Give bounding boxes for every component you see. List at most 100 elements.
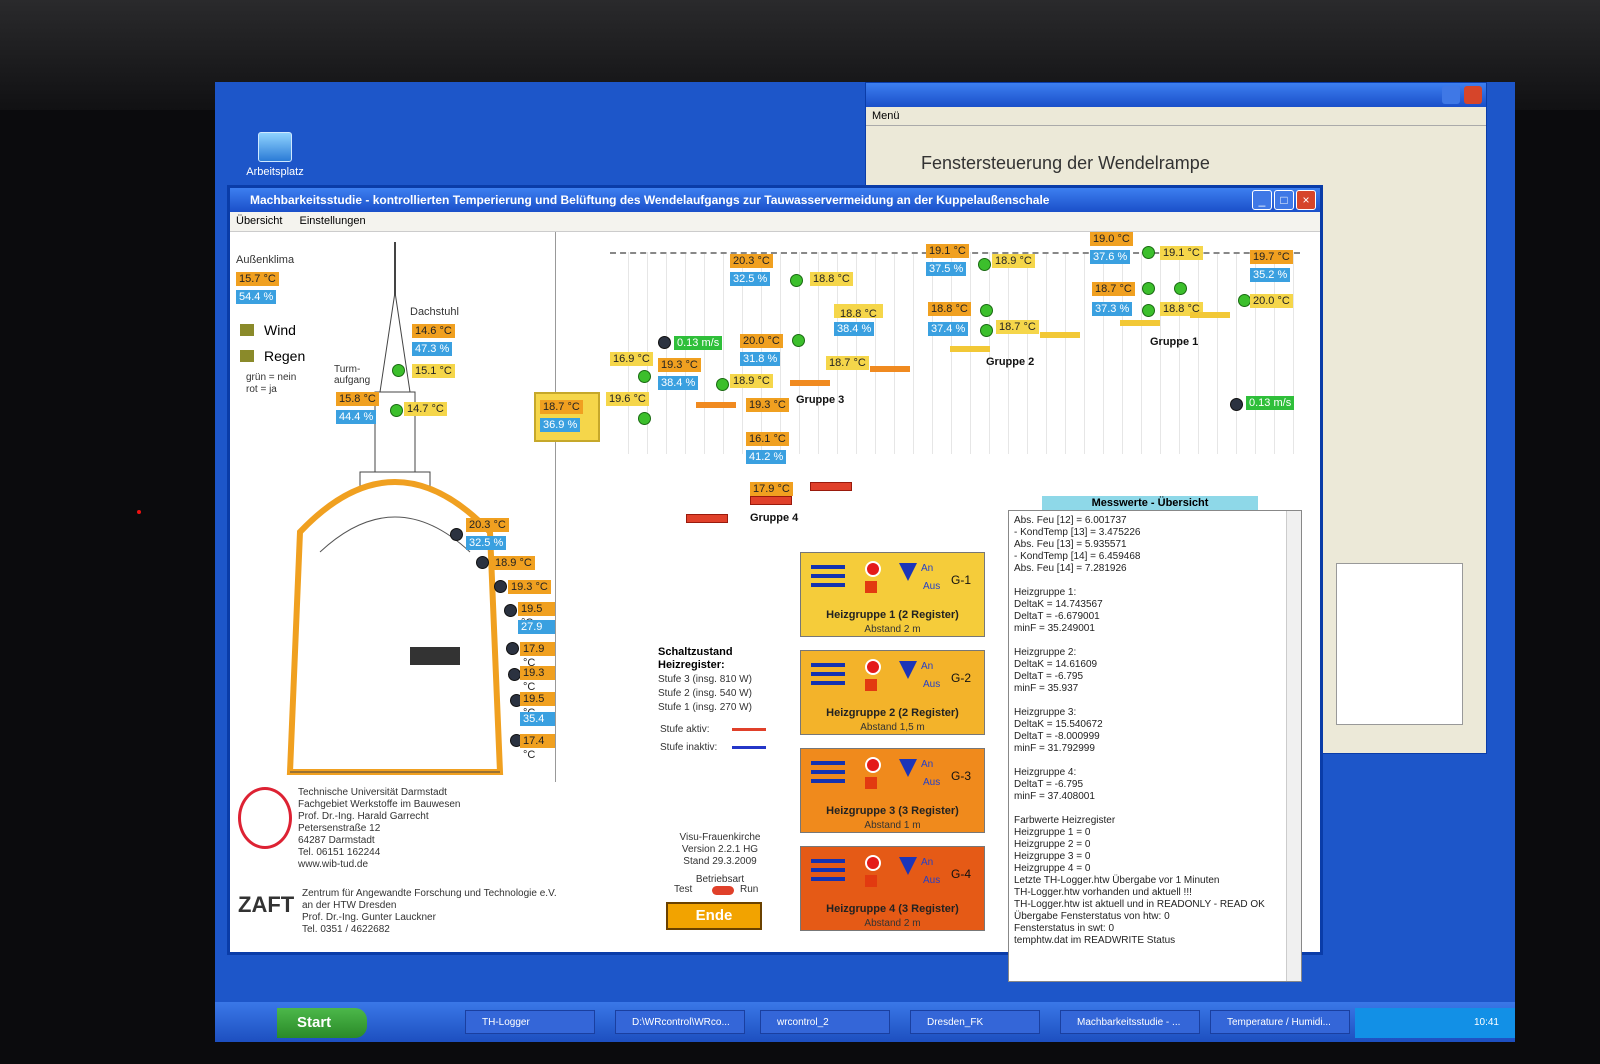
taskbar: Start TH-Logger D:\WRcontrol\WRco... wrc… [215, 1002, 1515, 1042]
version-line: Version 2.2.1 HG [681, 844, 759, 855]
log-scrollbar[interactable] [1286, 511, 1301, 981]
heizgruppe-4-panel[interactable]: An Aus G-4 Heizgruppe 4 (3 Register) Abs… [800, 846, 985, 931]
menu-bar: Übersicht Einstellungen [230, 212, 1320, 232]
group-abstand: Abstand 2 m [864, 918, 921, 929]
log-line: minF = 35.937 [1014, 683, 1079, 694]
background-minimize-button[interactable] [1442, 86, 1460, 104]
schem-rh: 37.6 % [1090, 250, 1131, 264]
mode-test-label: Test [674, 884, 693, 895]
sensor-dot [1142, 246, 1155, 259]
log-line: DeltaK = 14.61609 [1014, 659, 1098, 670]
heater-bar [790, 380, 830, 386]
taskbar-item[interactable]: D:\WRcontrol\WRco... [615, 1010, 745, 1034]
log-line: DeltaK = 15.540672 [1014, 719, 1103, 730]
schem-temp: 18.7 °C [826, 356, 869, 370]
schem-temp: 20.0 °C [740, 334, 783, 348]
log-line: Heizgruppe 1 = 0 [1014, 827, 1091, 838]
zafh-logo: ZAFT [238, 892, 295, 917]
menu-einstellungen[interactable]: Einstellungen [300, 215, 366, 227]
log-line: minF = 31.792999 [1014, 743, 1095, 754]
schem-temp: 18.8 °C [810, 272, 853, 286]
switch-an[interactable]: An [921, 661, 933, 672]
sensor-dot [980, 304, 993, 317]
valve-icon[interactable] [899, 857, 917, 875]
maximize-button[interactable]: □ [1274, 190, 1294, 210]
log-line: Heizgruppe 2 = 0 [1014, 839, 1091, 850]
sensor-dot [638, 412, 651, 425]
zafh-line: Tel. 0351 / 4622682 [302, 924, 390, 935]
stufe-lines [811, 859, 845, 886]
sensor-dot [790, 274, 803, 287]
system-tray: 10:41 [1355, 1008, 1515, 1038]
background-heading: Fenstersteuerung der Wendelrampe [921, 153, 1210, 173]
taskbar-item[interactable]: Dresden_FK [910, 1010, 1040, 1034]
log-line: minF = 35.249001 [1014, 623, 1095, 634]
start-button[interactable]: Start [277, 1008, 367, 1038]
dome-drawing [286, 242, 504, 775]
background-close-button[interactable] [1464, 86, 1482, 104]
background-menu[interactable]: Menü [866, 107, 1486, 126]
desktop: Arbeitsplatz Menü Fenstersteuerung der W… [215, 82, 1515, 1042]
ende-button[interactable]: Ende [666, 902, 762, 930]
mode-run-label: Run [740, 884, 759, 895]
clock[interactable]: 10:41 [1474, 1017, 1499, 1028]
switch-an[interactable]: An [921, 759, 933, 770]
valve-icon[interactable] [899, 759, 917, 777]
tu-line: www.wib-tud.de [298, 859, 369, 870]
valve-icon[interactable] [899, 661, 917, 679]
minimize-button[interactable]: _ [1252, 190, 1272, 210]
log-line: DeltaT = -6.795 [1014, 671, 1084, 682]
schem-temp: 18.8 °C [928, 302, 971, 316]
schem-temp: 20.3 °C [730, 254, 773, 268]
background-window-titlebar[interactable] [866, 83, 1486, 107]
desktop-icon-arbeitsplatz[interactable]: Arbeitsplatz [235, 132, 315, 178]
close-button[interactable]: × [1296, 190, 1316, 210]
tu-line: Prof. Dr.-Ing. Harald Garrecht [298, 811, 429, 822]
taskbar-item[interactable]: TH-Logger [465, 1010, 595, 1034]
heizgruppe-1-panel[interactable]: An Aus G-1 Heizgruppe 1 (2 Register) Abs… [800, 552, 985, 637]
taskbar-item[interactable]: wrcontrol_2 [760, 1010, 890, 1034]
switch-aus[interactable]: Aus [923, 875, 940, 886]
main-window-title[interactable]: Machbarkeitsstudie - kontrollierten Temp… [230, 188, 1320, 212]
schem-rh: 31.8 % [740, 352, 781, 366]
group-label-2: Gruppe 2 [986, 356, 1035, 368]
main-window[interactable]: Machbarkeitsstudie - kontrollierten Temp… [227, 185, 1323, 982]
menu-uebersicht[interactable]: Übersicht [236, 215, 282, 227]
kuppel-temp-7: 19.5 °C [520, 692, 555, 719]
turm-label: Turm- aufgang [334, 364, 371, 386]
log-line: Letzte TH-Logger.htw Übergabe vor 1 Minu… [1014, 875, 1220, 886]
switch-aus[interactable]: Aus [923, 581, 940, 592]
group-name: Heizgruppe 4 (3 Register) [826, 903, 959, 915]
schem-temp: 20.0 °C [1250, 294, 1293, 308]
stufe-aktiv: Stufe aktiv: [660, 724, 710, 735]
switch-aus[interactable]: Aus [923, 679, 940, 690]
group-label-3: Gruppe 3 [796, 394, 845, 406]
stufe-lines [811, 565, 845, 592]
switch-aus[interactable]: Aus [923, 777, 940, 788]
log-line: Farbwerte Heizregister [1014, 815, 1116, 826]
mode-toggle[interactable] [712, 886, 734, 895]
log-line: Heizgruppe 2: [1014, 647, 1077, 658]
background-list-panel[interactable] [1336, 563, 1463, 725]
kuppel-temp-1: 20.3 °C [466, 518, 509, 532]
turm-temp-1: 15.1 °C [412, 364, 455, 378]
heizgruppe-2-panel[interactable]: An Aus G-2 Heizgruppe 2 (2 Register) Abs… [800, 650, 985, 735]
log-line: Heizgruppe 4: [1014, 767, 1077, 778]
valve-icon[interactable] [899, 563, 917, 581]
taskbar-item[interactable]: Temperature / Humidi... [1210, 1010, 1350, 1034]
dachstuhl-temp: 14.6 °C [412, 324, 455, 338]
switch-an[interactable]: An [921, 563, 933, 574]
sensor-dot [978, 258, 991, 271]
stufe-aktiv-swatch [732, 728, 766, 731]
switch-an[interactable]: An [921, 857, 933, 868]
heizgruppe-3-panel[interactable]: An Aus G-3 Heizgruppe 3 (3 Register) Abs… [800, 748, 985, 833]
kuppel-temp-6: 19.3 °C [520, 666, 555, 693]
group-id: G-3 [951, 769, 972, 783]
schem-temp: 19.3 °C [746, 398, 789, 412]
heater-bar [1190, 312, 1230, 318]
group-abstand: Abstand 2 m [864, 624, 921, 635]
taskbar-item[interactable]: Machbarkeitsstudie - ... [1060, 1010, 1200, 1034]
heater-bar [810, 482, 852, 491]
log-box[interactable]: Abs. Feu [12] = 6.001737- KondTemp [13] … [1008, 510, 1302, 982]
